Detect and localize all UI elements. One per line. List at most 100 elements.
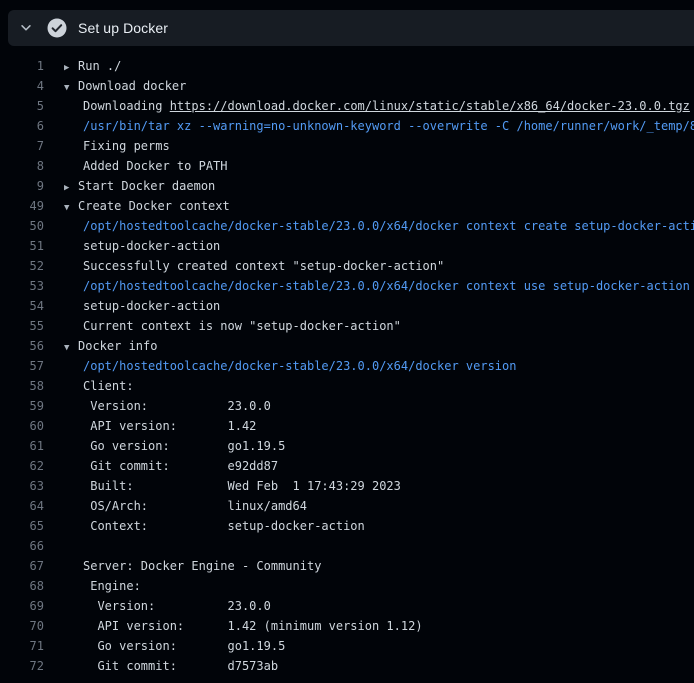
line-number[interactable]: 62 xyxy=(0,456,44,476)
group-expanded-icon[interactable]: ▼ xyxy=(64,338,78,356)
line-number[interactable]: 54 xyxy=(0,296,44,316)
log-line[interactable]: 4 ▼Download docker xyxy=(0,76,694,96)
log-line: 52 Successfully created context "setup-do… xyxy=(0,256,694,276)
line-number[interactable]: 49 xyxy=(0,196,44,216)
line-number[interactable]: 58 xyxy=(0,376,44,396)
line-number[interactable]: 55 xyxy=(0,316,44,336)
line-number[interactable]: 8 xyxy=(0,156,44,176)
log-text: Added Docker to PATH xyxy=(83,156,228,176)
line-number[interactable]: 9 xyxy=(0,176,44,196)
log-text: OS/Arch: linux/amd64 xyxy=(83,496,307,516)
log-line: 66 xyxy=(0,536,694,556)
log-line: 54 setup-docker-action xyxy=(0,296,694,316)
log-text: Go version: go1.19.5 xyxy=(83,436,285,456)
line-number[interactable]: 70 xyxy=(0,616,44,636)
log-line: 59 Version: 23.0.0 xyxy=(0,396,694,416)
log-line: 68 Engine: xyxy=(0,576,694,596)
download-url-link[interactable]: https://download.docker.com/linux/static… xyxy=(170,99,690,113)
log-line[interactable]: 56 ▼Docker info xyxy=(0,336,694,356)
log-text: setup-docker-action xyxy=(83,236,220,256)
log-text: Built: Wed Feb 1 17:43:29 2023 xyxy=(83,476,401,496)
log-line[interactable]: 1 ▶Run ./ xyxy=(0,56,694,76)
line-number[interactable]: 6 xyxy=(0,116,44,136)
line-number[interactable]: 64 xyxy=(0,496,44,516)
log-line[interactable]: 49 ▼Create Docker context xyxy=(0,196,694,216)
log-line: 5Downloading https://download.docker.com… xyxy=(0,96,694,116)
log-line: 51 setup-docker-action xyxy=(0,236,694,256)
log-text: API version: 1.42 (minimum version 1.12) xyxy=(83,616,423,636)
log-line: 69 Version: 23.0.0 xyxy=(0,596,694,616)
line-number[interactable]: 53 xyxy=(0,276,44,296)
log-text: Engine: xyxy=(83,576,141,596)
group-title: ▼Download docker xyxy=(64,76,186,96)
log-text: Client: xyxy=(83,376,134,396)
log-text: Server: Docker Engine - Community xyxy=(83,556,321,576)
line-number[interactable]: 57 xyxy=(0,356,44,376)
line-number[interactable]: 7 xyxy=(0,136,44,156)
log-text: Current context is now "setup-docker-act… xyxy=(83,316,401,336)
command-text: /opt/hostedtoolcache/docker-stable/23.0.… xyxy=(83,356,516,376)
line-number[interactable]: 52 xyxy=(0,256,44,276)
group-title: ▶Run ./ xyxy=(64,56,121,76)
group-title: ▼Docker info xyxy=(64,336,157,356)
group-collapsed-icon[interactable]: ▶ xyxy=(64,58,78,76)
group-expanded-icon[interactable]: ▼ xyxy=(64,78,78,96)
command-text: /opt/hostedtoolcache/docker-stable/23.0.… xyxy=(83,216,694,236)
line-number[interactable]: 56 xyxy=(0,336,44,356)
line-number[interactable]: 50 xyxy=(0,216,44,236)
group-title: ▶Start Docker daemon xyxy=(64,176,215,196)
log-text: Git commit: e92dd87 xyxy=(83,456,278,476)
line-number[interactable]: 67 xyxy=(0,556,44,576)
log-line: 60 API version: 1.42 xyxy=(0,416,694,436)
step-header[interactable]: Set up Docker xyxy=(8,10,694,46)
log-line: 58 Client: xyxy=(0,376,694,396)
log-text: Context: setup-docker-action xyxy=(83,516,365,536)
log-line: 55 Current context is now "setup-docker-a… xyxy=(0,316,694,336)
command-text: /usr/bin/tar xz --warning=no-unknown-key… xyxy=(83,116,694,136)
log-line: 53/opt/hostedtoolcache/docker-stable/23.… xyxy=(0,276,694,296)
log-text: Go version: go1.19.5 xyxy=(83,636,285,656)
line-number[interactable]: 69 xyxy=(0,596,44,616)
line-number[interactable]: 4 xyxy=(0,76,44,96)
line-number[interactable]: 5 xyxy=(0,96,44,116)
log-line: 71 Go version: go1.19.5 xyxy=(0,636,694,656)
log-line: 72 Git commit: d7573ab xyxy=(0,656,694,676)
chevron-down-icon[interactable] xyxy=(18,20,34,36)
log-text: Git commit: d7573ab xyxy=(83,656,278,676)
line-number[interactable]: 71 xyxy=(0,636,44,656)
log-line: 50/opt/hostedtoolcache/docker-stable/23.… xyxy=(0,216,694,236)
log-text: Fixing perms xyxy=(83,136,170,156)
workflow-log-viewer: Set up Docker 1▶Run ./4▼Download docker5… xyxy=(0,0,694,683)
log-line: 65 Context: setup-docker-action xyxy=(0,516,694,536)
line-number[interactable]: 51 xyxy=(0,236,44,256)
line-number[interactable]: 63 xyxy=(0,476,44,496)
group-title: ▼Create Docker context xyxy=(64,196,230,216)
group-expanded-icon[interactable]: ▼ xyxy=(64,198,78,216)
log-line: 70 API version: 1.42 (minimum version 1.… xyxy=(0,616,694,636)
line-number[interactable]: 68 xyxy=(0,576,44,596)
line-number[interactable]: 61 xyxy=(0,436,44,456)
log-lines: 1 ▶Run ./ 4 ▼Download docker5Downloading ht… xyxy=(0,56,694,676)
line-number[interactable]: 65 xyxy=(0,516,44,536)
line-number[interactable]: 72 xyxy=(0,656,44,676)
log-text: API version: 1.42 xyxy=(83,416,256,436)
line-number[interactable]: 60 xyxy=(0,416,44,436)
step-title: Set up Docker xyxy=(78,20,168,36)
log-line: 62 Git commit: e92dd87 xyxy=(0,456,694,476)
log-text: Version: 23.0.0 xyxy=(83,396,271,416)
check-circle-icon xyxy=(47,18,67,38)
log-line: 57/opt/hostedtoolcache/docker-stable/23.… xyxy=(0,356,694,376)
log-line[interactable]: 9 ▶Start Docker daemon xyxy=(0,176,694,196)
log-text: Version: 23.0.0 xyxy=(83,596,271,616)
log-line: 7 Fixing perms xyxy=(0,136,694,156)
log-line: 61 Go version: go1.19.5 xyxy=(0,436,694,456)
command-text: /opt/hostedtoolcache/docker-stable/23.0.… xyxy=(83,276,690,296)
log-line: 64 OS/Arch: linux/amd64 xyxy=(0,496,694,516)
log-line: 67 Server: Docker Engine - Community xyxy=(0,556,694,576)
log-text: setup-docker-action xyxy=(83,296,220,316)
line-number[interactable]: 1 xyxy=(0,56,44,76)
line-number[interactable]: 66 xyxy=(0,536,44,556)
line-number[interactable]: 59 xyxy=(0,396,44,416)
log-text: Successfully created context "setup-dock… xyxy=(83,256,444,276)
group-collapsed-icon[interactable]: ▶ xyxy=(64,178,78,196)
